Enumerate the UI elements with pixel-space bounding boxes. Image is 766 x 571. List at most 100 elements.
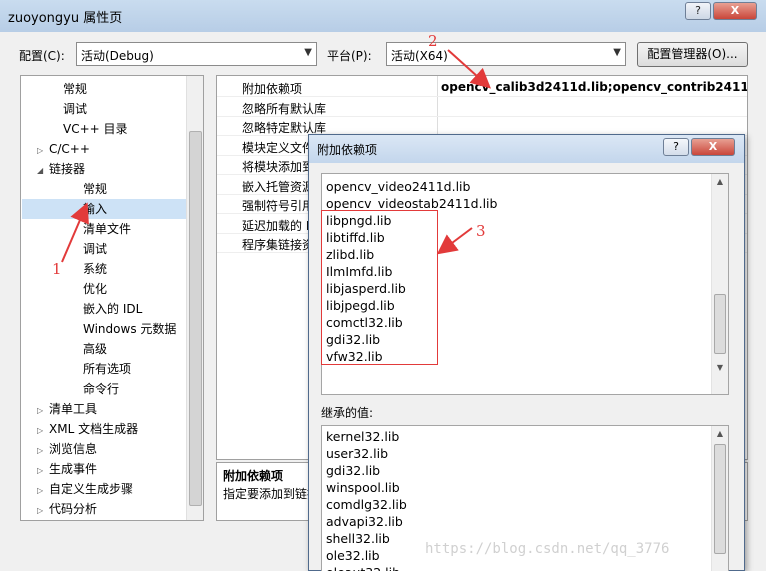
tree-item-label: 输入 <box>83 202 108 216</box>
property-name: 模块定义文件 <box>242 140 315 155</box>
tree-item[interactable]: 所有选项 <box>83 359 131 379</box>
tree-item-label: 常规 <box>63 82 88 96</box>
property-row[interactable]: 忽略所有默认库 <box>217 98 747 117</box>
annotation-number-3: 3 <box>476 222 486 240</box>
annotation-number-1: 1 <box>52 260 62 278</box>
watermark: https://blog.csdn.net/qq_3776 <box>425 541 670 557</box>
tree-item-label: 高级 <box>83 342 108 356</box>
scroll-up-icon[interactable]: ▲ <box>712 426 728 442</box>
dependencies-scroll-thumb[interactable] <box>714 294 726 354</box>
property-row[interactable]: 附加依赖项 opencv_calib3d2411d.lib;opencv_cont… <box>217 78 748 97</box>
tree-item[interactable]: 输入 <box>83 199 107 219</box>
tree-item[interactable]: ▷ C/C++ <box>37 139 90 159</box>
inherited-line: gdi32.lib <box>326 463 381 478</box>
tree-item[interactable]: Windows 元数据 <box>83 319 176 339</box>
expand-arrow-icon[interactable]: ▷ <box>37 141 49 161</box>
tree-item[interactable]: 清单文件 <box>83 219 131 239</box>
close-button[interactable]: X <box>713 2 757 20</box>
dialog-close-button[interactable]: X <box>691 138 735 156</box>
expand-arrow-icon[interactable]: ▷ <box>37 461 49 481</box>
tree-item[interactable]: VC++ 目录 <box>63 119 128 139</box>
tree-item-label: 代码分析 <box>49 502 98 516</box>
expand-arrow-icon[interactable]: ▷ <box>37 481 49 501</box>
annotation-number-2: 2 <box>428 32 438 50</box>
property-name: 附加依赖项 <box>242 82 303 96</box>
dependencies-scrollbar[interactable]: ▲ ▼ <box>711 174 728 394</box>
dialog-help-button[interactable]: ? <box>663 138 689 156</box>
tree-item[interactable]: 系统 <box>83 259 107 279</box>
inherited-scroll-thumb[interactable] <box>714 444 726 554</box>
tree-item[interactable]: 高级 <box>83 339 107 359</box>
tree-item[interactable]: 调试 <box>83 239 107 259</box>
dialog-titlebar: 附加依赖项 ? X <box>309 135 744 163</box>
expand-arrow-icon[interactable]: ▷ <box>37 501 49 520</box>
tree-item[interactable]: ▷ XML 文档生成器 <box>37 419 138 439</box>
tree-item-label: 所有选项 <box>83 362 132 376</box>
platform-select[interactable]: 活动(X64) ▼ <box>386 42 626 66</box>
tree-item[interactable]: 嵌入的 IDL <box>83 299 142 319</box>
chevron-down-icon: ▼ <box>613 47 621 58</box>
inherited-line: ole32.lib <box>326 548 380 563</box>
dependency-line: opencv_video2411d.lib <box>326 179 471 194</box>
tree-item-label: 清单文件 <box>83 222 132 236</box>
tree-item-label: 系统 <box>83 262 108 276</box>
platform-label: 平台(P): <box>327 49 372 63</box>
expand-arrow-icon[interactable]: ▷ <box>37 401 49 421</box>
inherited-line: user32.lib <box>326 446 389 461</box>
chevron-down-icon: ▼ <box>304 47 312 58</box>
tree-item-label: 嵌入的 IDL <box>83 302 143 316</box>
description-title: 附加依赖项 <box>223 469 284 483</box>
tree-item[interactable]: 优化 <box>83 279 107 299</box>
scroll-down-icon[interactable]: ▼ <box>712 360 728 376</box>
inherited-scrollbar[interactable]: ▲ <box>711 426 728 571</box>
property-name: 忽略所有默认库 <box>242 101 327 116</box>
config-value: 活动(Debug) <box>81 49 154 63</box>
expand-arrow-icon[interactable]: ▷ <box>37 441 49 461</box>
inherited-line: advapi32.lib <box>326 514 403 529</box>
tree-item[interactable]: 调试 <box>63 99 87 119</box>
tree-item-label: 浏览信息 <box>49 442 98 456</box>
tree-item-label: 生成事件 <box>49 462 98 476</box>
config-manager-button[interactable]: 配置管理器(O)... <box>637 42 748 67</box>
tree-item-label: 优化 <box>83 282 108 296</box>
tree-item[interactable]: 常规 <box>83 179 107 199</box>
scroll-up-icon[interactable]: ▲ <box>712 174 728 190</box>
highlight-box <box>321 210 438 365</box>
tree-item[interactable]: ▷ 自定义生成步骤 <box>37 479 133 499</box>
tree-item-label: 自定义生成步骤 <box>49 482 134 496</box>
property-value: opencv_calib3d2411d.lib;opencv_contrib24… <box>441 80 748 94</box>
tree-item-label: 清单工具 <box>49 402 98 416</box>
tree-item-label: 命令行 <box>83 382 120 396</box>
collapse-arrow-icon[interactable]: ◢ <box>37 161 49 181</box>
tree-scrollbar[interactable] <box>186 76 203 520</box>
tree-item-label: XML 文档生成器 <box>49 422 139 436</box>
property-name: 强制符号引用 <box>242 199 315 213</box>
inherited-values-label: 继承的值: <box>321 406 374 420</box>
tree-item[interactable]: ▷ 清单工具 <box>37 399 97 419</box>
platform-value: 活动(X64) <box>391 49 448 63</box>
property-tree: 常规 调试 VC++ 目录 ▷ C/C++ ◢ 链接器 常规 输入 清单文件 调试 系统 优化 嵌入的 I… <box>20 75 204 521</box>
window-titlebar: zuoyongyu 属性页 ? X <box>0 0 766 32</box>
tree-scroll-thumb[interactable] <box>189 131 202 506</box>
tree-item[interactable]: ▷ 代码分析 <box>37 499 97 519</box>
inherited-line: shell32.lib <box>326 531 390 546</box>
tree-item[interactable]: 命令行 <box>83 379 119 399</box>
inherited-line: kernel32.lib <box>326 429 400 444</box>
dialog-title: 附加依赖项 <box>317 143 378 157</box>
help-button[interactable]: ? <box>685 2 711 20</box>
tree-item-label: Windows 元数据 <box>83 322 177 336</box>
inherited-line: winspool.lib <box>326 480 400 495</box>
tree-item-label: 调试 <box>83 242 108 256</box>
config-select[interactable]: 活动(Debug) ▼ <box>76 42 317 66</box>
tree-item-label: 调试 <box>63 102 88 116</box>
expand-arrow-icon[interactable]: ▷ <box>37 421 49 441</box>
tree-item-label: C/C++ <box>49 142 90 156</box>
tree-item[interactable]: ▷ 浏览信息 <box>37 439 97 459</box>
tree-item[interactable]: ◢ 链接器 <box>37 159 85 179</box>
window-title: zuoyongyu 属性页 <box>8 11 123 26</box>
tree-item-label: 常规 <box>83 182 108 196</box>
inherited-line: oleaut32.lib <box>326 564 400 571</box>
tree-item[interactable]: ▷ 生成事件 <box>37 459 97 479</box>
tree-item-label: VC++ 目录 <box>63 122 128 136</box>
tree-item[interactable]: 常规 <box>63 79 87 99</box>
